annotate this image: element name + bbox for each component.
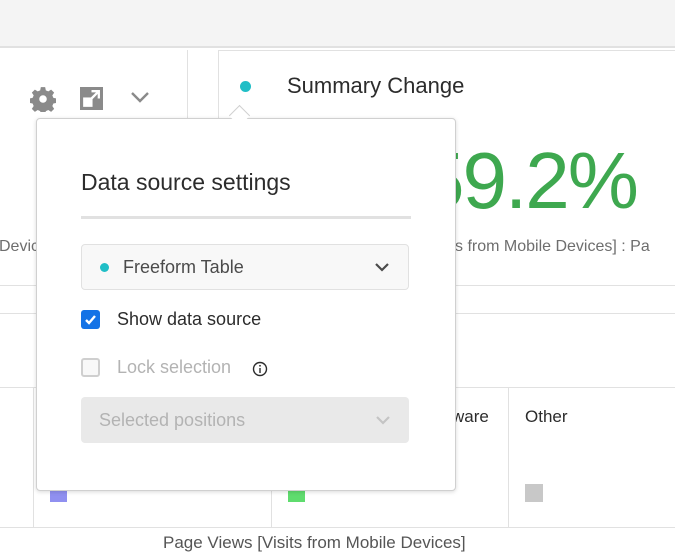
lock-selection-checkbox[interactable]: [81, 358, 100, 377]
title-divider: [81, 216, 411, 219]
data-source-select[interactable]: Freeform Table: [81, 244, 409, 290]
summary-subtitle: s from Mobile Devices] : Pa: [455, 238, 650, 255]
selected-positions-select[interactable]: Selected positions: [81, 397, 409, 443]
info-icon[interactable]: [252, 361, 268, 377]
chevron-down-icon: [376, 416, 390, 425]
lock-selection-label: Lock selection: [117, 357, 232, 377]
selected-positions-placeholder: Selected positions: [99, 409, 246, 430]
left-subtitle: Devic: [0, 238, 40, 255]
data-source-value: Freeform Table: [123, 256, 244, 277]
expand-icon[interactable]: [80, 87, 103, 110]
popover-title: Data source settings: [81, 169, 291, 195]
chevron-down-icon[interactable]: [130, 91, 150, 103]
show-data-source-label[interactable]: Show data source: [117, 309, 261, 330]
top-bar: [0, 0, 675, 48]
divider: [0, 527, 675, 528]
column-divider: [33, 387, 34, 527]
legend-label: Other: [525, 407, 568, 426]
show-data-source-checkbox[interactable]: [81, 310, 100, 329]
source-dot-icon: [100, 262, 109, 272]
summary-title: Summary Change: [287, 73, 465, 98]
source-dot-icon: [240, 81, 251, 92]
data-source-settings-popover: Data source settings Freeform Table Show…: [36, 118, 456, 491]
chevron-down-icon: [375, 263, 389, 272]
gear-icon[interactable]: [30, 86, 56, 112]
footer-label: Page Views [Visits from Mobile Devices]: [163, 533, 466, 552]
checkmark-icon: [85, 315, 96, 325]
column-divider: [508, 387, 509, 527]
legend-swatch: [525, 484, 543, 502]
legend-label: ware: [452, 407, 489, 426]
